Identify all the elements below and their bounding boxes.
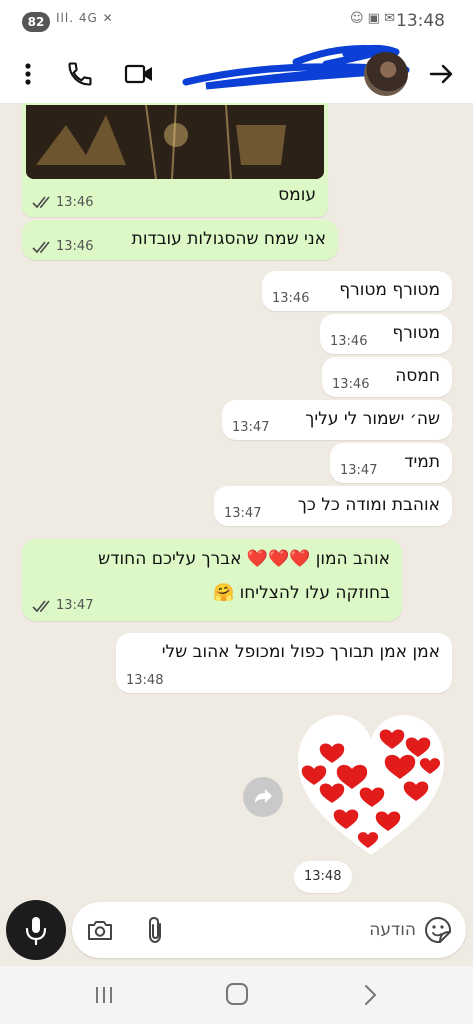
message-bubble-outgoing[interactable]: עומס 13:46 [22,175,328,217]
more-vert-icon[interactable] [18,62,38,86]
videocam-icon[interactable] [124,61,154,87]
signal-icons: Ill. 4G ✕ [56,11,114,25]
message-text: תמיד [404,452,440,472]
mute-icon: ✕ [102,11,114,25]
sticker-icon[interactable] [424,916,452,944]
message-bubble-incoming[interactable]: שה׳ ישמור לי עליך 13:47 [222,400,452,440]
read-ticks-icon [32,196,50,209]
arrow-forward-icon[interactable] [428,61,456,87]
recents-icon[interactable] [92,984,116,1006]
contact-avatar[interactable] [364,52,408,96]
message-bubble-outgoing[interactable]: אוהב המון ❤️❤️❤️ אברך עליכם החודש בחוזקה… [22,539,402,621]
message-time: 13:47 [340,463,378,478]
message-text: חמסה [395,366,440,386]
mic-button[interactable] [6,900,66,960]
forward-button[interactable] [243,777,283,817]
message-bubble-incoming[interactable]: אמן אמן תבורך כפול ומכופל אהוב שלי 13:48 [116,633,452,693]
message-text: שה׳ ישמור לי עליך [305,409,440,429]
camera-icon[interactable] [86,917,114,943]
message-time: 13:47 [232,420,270,435]
message-text: מטורף מטורף [339,280,440,300]
mic-icon [25,917,47,946]
message-bubble-incoming[interactable]: אוהבת ומודה כל כך 13:47 [214,486,452,526]
status-bar: 82 Ill. 4G ✕ ☺ ▣ ✉ 13:48 [0,0,473,44]
system-nav-bar [0,966,473,1024]
image-attachment[interactable] [26,105,324,179]
message-text-line2: בחוזקה עלו להצליחו 🤗 [213,583,390,603]
battery-indicator: 82 [22,12,50,32]
message-bubble-outgoing[interactable]: אני שמח שהסגולות עובדות 13:46 [22,220,338,260]
message-time: 13:46 [56,239,94,254]
heart-sticker[interactable] [292,709,450,859]
message-time: 13:48 [304,869,342,884]
message-text-line1: אוהב המון ❤️❤️❤️ אברך עליכם החודש [98,549,390,569]
chat-messages[interactable]: עומס עומס 13:46 אני שמח שהסגולות עובדות … [0,103,473,900]
message-bubble-incoming[interactable]: מטורף מטורף 13:46 [262,271,452,311]
message-text: אמן אמן תבורך כפול ומכופל אהוב שלי [161,642,440,662]
message-text: אני שמח שהסגולות עובדות [131,229,326,249]
message-bubble-incoming[interactable]: חמסה 13:46 [322,357,452,397]
message-text: עומס [278,185,316,205]
sticker-time-badge: 13:48 [294,861,352,893]
message-time: 13:46 [332,377,370,392]
contact-name[interactable]: … [176,60,356,88]
message-composer [72,902,466,958]
message-input[interactable] [192,912,416,948]
read-ticks-icon [32,600,50,613]
attach-icon[interactable] [146,916,166,944]
message-time: 13:47 [56,598,94,613]
message-text: אוהבת ומודה כל כך [297,495,440,515]
nav-back-icon[interactable] [360,983,380,1007]
notification-icons: ☺ ▣ ✉ [350,11,395,26]
chat-header: … [0,44,473,104]
read-ticks-icon [32,241,50,254]
message-time: 13:46 [272,291,310,306]
message-time: 13:46 [56,195,94,210]
forward-icon [255,789,272,803]
phone-icon[interactable] [66,60,94,88]
message-time: 13:46 [330,334,368,349]
image-preview [26,105,324,179]
message-bubble-incoming[interactable]: מטורף 13:46 [320,314,452,354]
signal-icon: Ill. [56,11,75,25]
status-clock: 13:48 [396,11,445,31]
home-button[interactable] [226,983,248,1005]
message-bubble-incoming[interactable]: תמיד 13:47 [330,443,452,483]
message-time: 13:48 [126,673,164,688]
message-time: 13:47 [224,506,262,521]
message-text: מטורף [392,323,440,343]
network-type: 4G [78,11,98,25]
